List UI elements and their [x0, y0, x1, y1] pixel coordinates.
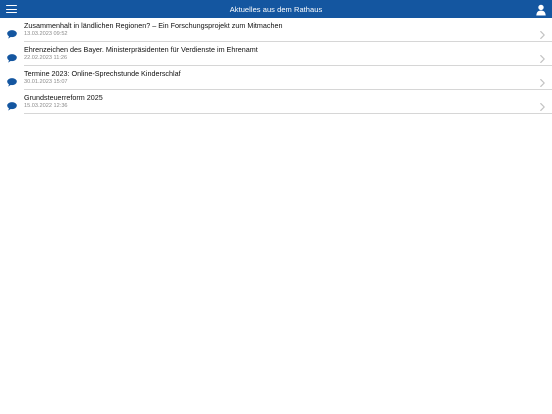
list-item[interactable]: Grundsteuerreform 2025 15.03.2022 12:36	[0, 90, 552, 114]
news-date: 15.03.2022 12:36	[24, 103, 68, 109]
speech-bubble-icon	[7, 26, 17, 39]
news-list: Zusammenhalt in ländlichen Regionen? – E…	[0, 18, 552, 114]
chevron-right-icon	[540, 50, 545, 63]
news-date: 22.02.2023 11:26	[24, 55, 68, 61]
news-date: 13.03.2023 09:52	[24, 31, 68, 37]
list-item[interactable]: Ehrenzeichen des Bayer. Ministerpräsiden…	[0, 42, 552, 66]
chevron-right-icon	[540, 74, 545, 87]
speech-bubble-icon	[7, 50, 17, 63]
page-title: Aktuelles aus dem Rathaus	[229, 4, 323, 14]
list-item[interactable]: Termine 2023: Online-Sprechstunde Kinder…	[0, 66, 552, 90]
speech-bubble-icon	[7, 98, 17, 111]
user-icon[interactable]	[536, 3, 546, 16]
news-title: Grundsteuerreform 2025	[24, 93, 103, 102]
news-date: 30.01.2023 15:07	[24, 79, 68, 85]
hamburger-menu-icon[interactable]	[6, 4, 17, 14]
list-item[interactable]: Zusammenhalt in ländlichen Regionen? – E…	[0, 18, 552, 42]
app-window: Aktuelles aus dem Rathaus Zusammenhalt i…	[0, 0, 552, 414]
navigation-bar: Aktuelles aus dem Rathaus	[0, 0, 552, 18]
chevron-right-icon	[540, 26, 545, 39]
news-title: Termine 2023: Online-Sprechstunde Kinder…	[24, 69, 181, 78]
chevron-right-icon	[540, 98, 545, 111]
news-title: Zusammenhalt in ländlichen Regionen? – E…	[24, 21, 283, 30]
speech-bubble-icon	[7, 74, 17, 87]
news-title: Ehrenzeichen des Bayer. Ministerpräsiden…	[24, 45, 258, 54]
